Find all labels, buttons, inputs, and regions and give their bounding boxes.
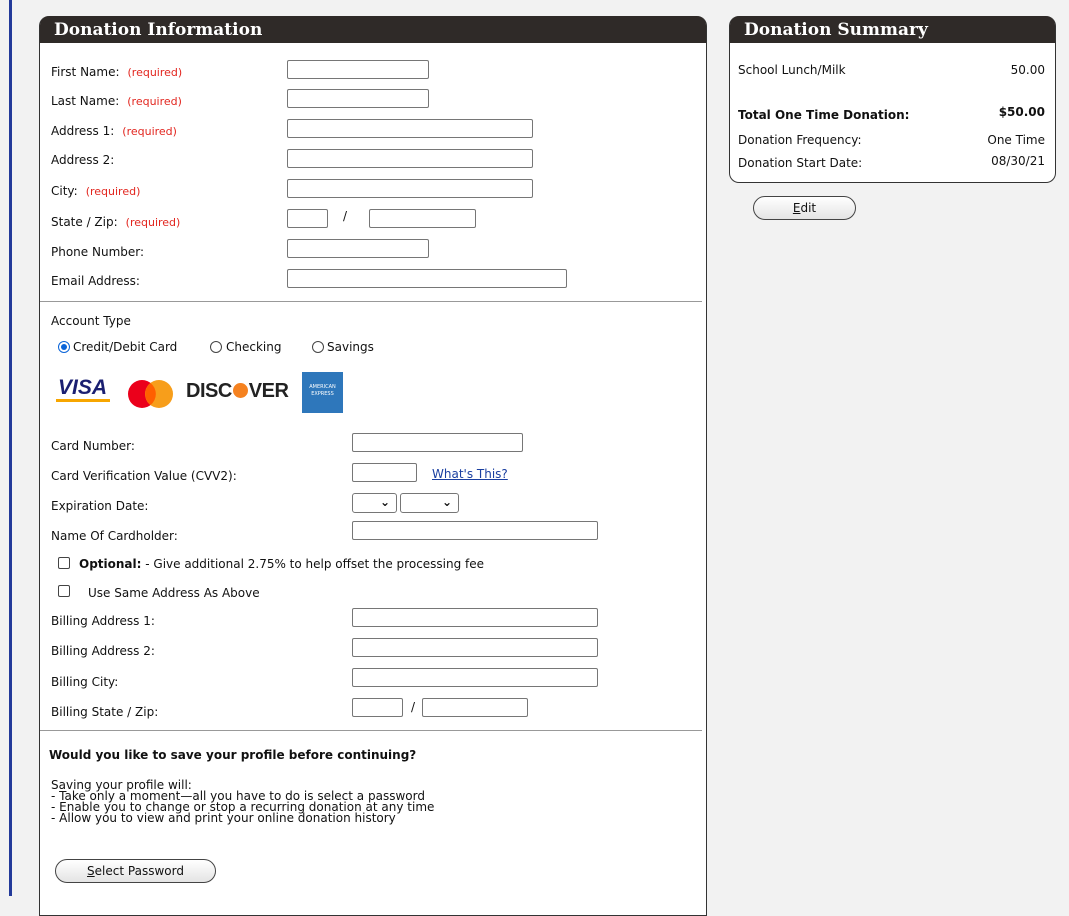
summary-start-date-row: Donation Start Date: 08/30/21 <box>738 154 1045 170</box>
state-zip-separator: / <box>343 209 348 223</box>
summary-frequency-row: Donation Frequency: One Time <box>738 133 1045 147</box>
summary-item-row: School Lunch/Milk 50.00 <box>738 63 1045 77</box>
summary-total-label: Total One Time Donation: <box>738 108 910 122</box>
billing-state-input[interactable] <box>352 698 403 717</box>
phone-label: Phone Number: <box>51 245 145 259</box>
whats-this-link[interactable]: What's This? <box>432 467 508 481</box>
first-name-input[interactable] <box>287 60 429 79</box>
select-password-button[interactable]: Select Password <box>55 859 216 883</box>
visa-underline <box>56 399 110 402</box>
radio-savings[interactable] <box>312 341 324 353</box>
edit-button[interactable]: Edit <box>753 196 856 220</box>
required-tag: (required) <box>122 125 177 138</box>
billing-address1-label: Billing Address 1: <box>51 614 155 628</box>
state-zip-label: State / Zip: (required) <box>51 215 181 229</box>
card-number-input[interactable] <box>352 433 523 452</box>
address2-label: Address 2: <box>51 153 115 167</box>
summary-start-date-label: Donation Start Date: <box>738 156 863 170</box>
required-tag: (required) <box>125 216 181 229</box>
section-divider <box>40 301 702 302</box>
save-profile-benefits: Saving your profile will: - Take only a … <box>51 779 434 825</box>
radio-checking-label[interactable]: Checking <box>226 340 281 354</box>
donation-information-title: Donation Information <box>40 16 706 43</box>
address1-label: Address 1: (required) <box>51 124 177 138</box>
email-input[interactable] <box>287 269 567 288</box>
billing-address2-input[interactable] <box>352 638 598 657</box>
cardholder-input[interactable] <box>352 521 598 540</box>
radio-savings-label[interactable]: Savings <box>327 340 374 354</box>
radio-checking[interactable] <box>210 341 222 353</box>
donation-summary-title: Donation Summary <box>730 16 1055 43</box>
summary-total-value: $50.00 <box>998 105 1045 119</box>
state-input[interactable] <box>287 209 328 228</box>
radio-credit-debit-label[interactable]: Credit/Debit Card <box>73 340 177 354</box>
last-name-label: Last Name: (required) <box>51 94 182 108</box>
mastercard-logo <box>128 380 173 408</box>
summary-item-value: 50.00 <box>1010 63 1045 77</box>
address2-input[interactable] <box>287 149 533 168</box>
discover-logo: DISC VER <box>186 380 289 402</box>
summary-start-date-value: 08/30/21 <box>991 154 1045 168</box>
email-label: Email Address: <box>51 274 140 288</box>
billing-address2-label: Billing Address 2: <box>51 644 155 658</box>
summary-item-label: School Lunch/Milk <box>738 63 846 77</box>
chevron-down-icon: ⌄ <box>379 495 390 509</box>
donation-information-panel: Donation Information First Name: (require… <box>39 16 707 916</box>
billing-state-zip-separator: / <box>411 700 416 714</box>
city-input[interactable] <box>287 179 533 198</box>
phone-input[interactable] <box>287 239 429 258</box>
billing-address1-input[interactable] <box>352 608 598 627</box>
save-profile-question: Would you like to save your profile befo… <box>49 748 417 762</box>
summary-frequency-value: One Time <box>987 133 1045 147</box>
expiration-year-select[interactable]: ⌄ <box>400 493 459 513</box>
cvv-input[interactable] <box>352 463 417 482</box>
expiration-month-select[interactable]: ⌄ <box>352 493 397 513</box>
address1-input[interactable] <box>287 119 533 138</box>
billing-city-input[interactable] <box>352 668 598 687</box>
discover-dot-icon <box>232 383 248 398</box>
processing-fee-label[interactable]: Optional: - Give additional 2.75% to hel… <box>79 557 484 571</box>
billing-city-label: Billing City: <box>51 675 119 689</box>
required-tag: (required) <box>127 95 182 108</box>
billing-state-zip-label: Billing State / Zip: <box>51 705 159 719</box>
expiration-date-label: Expiration Date: <box>51 499 149 513</box>
card-number-label: Card Number: <box>51 439 135 453</box>
last-name-input[interactable] <box>287 89 429 108</box>
summary-frequency-label: Donation Frequency: <box>738 133 862 147</box>
same-address-label[interactable]: Use Same Address As Above <box>88 586 260 600</box>
cvv-label: Card Verification Value (CVV2): <box>51 469 237 483</box>
first-name-label: First Name: (required) <box>51 65 183 79</box>
required-tag: (required) <box>85 185 141 198</box>
profile-divider <box>40 730 702 731</box>
zip-input[interactable] <box>369 209 476 228</box>
benefit-item: - Allow you to view and print your onlin… <box>51 811 396 825</box>
radio-credit-debit[interactable] <box>58 341 70 353</box>
account-type-label: Account Type <box>51 314 131 328</box>
processing-fee-checkbox[interactable] <box>58 557 70 569</box>
required-tag: (required) <box>127 66 183 79</box>
cardholder-label: Name Of Cardholder: <box>51 529 178 543</box>
same-address-checkbox[interactable] <box>58 585 70 597</box>
amex-logo: AMERICAN EXPRESS <box>302 372 343 413</box>
billing-zip-input[interactable] <box>422 698 528 717</box>
left-border-rule <box>9 0 12 896</box>
summary-total-row: Total One Time Donation: $50.00 <box>738 105 1045 122</box>
visa-logo: VISA <box>58 376 108 399</box>
city-label: City: (required) <box>51 184 141 198</box>
chevron-down-icon: ⌄ <box>441 495 452 509</box>
donation-summary-panel: Donation Summary School Lunch/Milk 50.00… <box>729 16 1056 183</box>
